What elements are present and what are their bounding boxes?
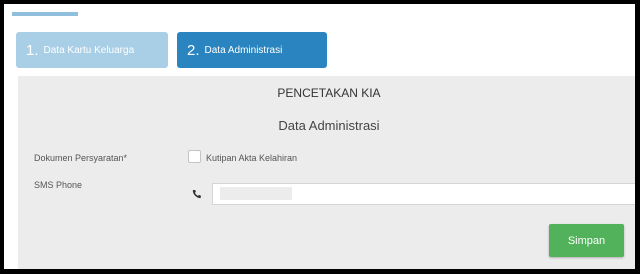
redacted-phone-value [220,187,292,200]
window-frame: 1. Data Kartu Keluarga 2. Data Administr… [0,0,640,274]
step-number: 2. [187,41,200,59]
kutipan-akta-kelahiran-checkbox[interactable] [188,150,201,163]
sms-phone-label: SMS Phone [34,180,83,190]
progress-indicator [12,12,78,16]
page-title: PENCETAKAN KIA [277,86,381,100]
step-tab-data-administrasi[interactable]: 2. Data Administrasi [177,32,327,68]
documents-label: Dokumen Persyaratan* [34,153,128,163]
step-tab-data-kartu-keluarga[interactable]: 1. Data Kartu Keluarga [16,32,168,68]
section-title: Data Administrasi [278,118,380,133]
form-panel: PENCETAKAN KIA Data Administrasi Dokumen… [18,76,635,269]
step-number: 1. [26,41,39,59]
step-label: Data Administrasi [204,44,283,56]
phone-icon [192,186,202,204]
step-label: Data Kartu Keluarga [43,44,135,56]
kutipan-akta-kelahiran-label[interactable]: Kutipan Akta Kelahiran [206,153,297,163]
save-button[interactable]: Simpan [549,224,624,257]
